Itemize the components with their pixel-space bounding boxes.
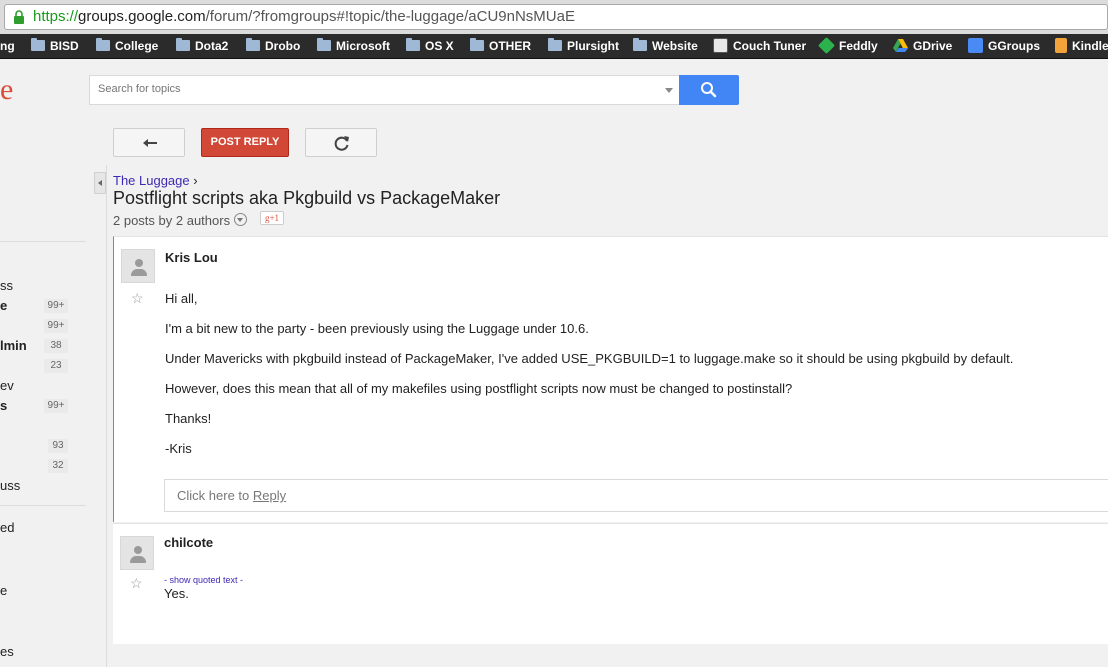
lock-icon xyxy=(14,10,24,24)
couch-tuner-icon xyxy=(713,38,728,53)
avatar[interactable] xyxy=(120,536,154,570)
post: ☆ chilcote - show quoted text - Yes. xyxy=(113,523,1108,644)
ggroups-icon xyxy=(968,38,983,53)
nav-item[interactable]: e xyxy=(0,583,7,598)
refresh-button[interactable] xyxy=(305,128,377,157)
kindle-icon xyxy=(1055,38,1067,53)
bookmark-folder-bisd[interactable]: BISD xyxy=(31,38,79,55)
bookmarks-bar: ng BISD College Dota2 Drobo Microsoft OS… xyxy=(0,34,1108,59)
chevron-down-icon[interactable] xyxy=(234,213,247,226)
post-body-line: I'm a bit new to the party - been previo… xyxy=(165,321,589,336)
breadcrumb: The Luggage › xyxy=(113,173,198,188)
search-icon xyxy=(701,82,717,98)
post-body-line: Thanks! xyxy=(165,411,212,426)
folder-icon xyxy=(176,38,190,51)
post-body-line: However, does this mean that all of my m… xyxy=(165,381,793,396)
bookmark-feedly[interactable]: Feddly xyxy=(818,37,878,55)
post-body-line: -Kris xyxy=(165,441,192,456)
plusone-button[interactable]: g+1 xyxy=(260,211,284,225)
breadcrumb-separator: › xyxy=(193,173,198,188)
feedly-icon xyxy=(818,37,835,54)
nav-item[interactable]: ed xyxy=(0,520,14,535)
nav-item[interactable]: e xyxy=(0,298,7,313)
unread-count-badge: 38 xyxy=(44,339,68,353)
nav-item[interactable]: uss xyxy=(0,478,20,493)
post: ☆ Kris Lou Hi all, I'm a bit new to the … xyxy=(113,236,1108,522)
browser-address-bar-area: https://groups.google.com/forum/?fromgro… xyxy=(0,0,1108,34)
topic-meta: 2 posts by 2 authors xyxy=(113,213,231,228)
post-author[interactable]: chilcote xyxy=(164,535,213,550)
unread-count-badge: 99+ xyxy=(44,299,68,313)
topic-title: Postflight scripts aka Pkgbuild vs Packa… xyxy=(113,188,501,208)
nav-item[interactable]: ev xyxy=(0,378,14,393)
post-body-line: Yes. xyxy=(164,586,189,601)
bookmark-partial[interactable]: ng xyxy=(0,38,15,55)
avatar[interactable] xyxy=(121,249,155,283)
nav-item[interactable]: s xyxy=(0,398,7,413)
search-input[interactable] xyxy=(98,83,658,95)
search-button[interactable] xyxy=(679,75,739,105)
bookmark-folder-college[interactable]: College xyxy=(96,38,158,55)
bookmark-folder-website[interactable]: Website xyxy=(633,38,698,55)
folder-icon xyxy=(633,38,647,51)
show-quoted-text-link[interactable]: - show quoted text - xyxy=(164,575,243,585)
unread-count-badge: 99+ xyxy=(44,399,68,413)
left-navigation: ss e 99+ 99+ lmin 38 23 ev s 99+ 93 32 u… xyxy=(0,165,92,667)
post-reply-button[interactable]: POST REPLY xyxy=(201,128,289,157)
post-body-line: Under Mavericks with pkgbuild instead of… xyxy=(165,351,1014,366)
gdrive-icon xyxy=(893,39,908,52)
sidebar-divider xyxy=(106,165,107,667)
folder-icon xyxy=(548,38,562,51)
folder-icon xyxy=(96,38,110,51)
folder-icon xyxy=(31,38,45,51)
reply-box[interactable]: Click here to Reply xyxy=(164,479,1108,512)
app-header: e xyxy=(0,60,1108,118)
star-icon[interactable]: ☆ xyxy=(131,290,144,307)
folder-icon xyxy=(317,38,331,51)
bookmark-folder-drobo[interactable]: Drobo xyxy=(246,38,300,55)
unread-count-badge: 93 xyxy=(48,439,68,453)
unread-count-badge: 99+ xyxy=(44,319,68,333)
post-author[interactable]: Kris Lou xyxy=(165,250,218,265)
bookmark-couch-tuner[interactable]: Couch Tuner xyxy=(713,38,806,55)
url-text: https://groups.google.com/forum/?fromgro… xyxy=(33,8,575,25)
refresh-icon xyxy=(334,136,349,151)
collapse-sidebar-icon[interactable] xyxy=(94,172,106,194)
bookmark-gdrive[interactable]: GDrive xyxy=(893,38,952,55)
bookmark-folder-dota2[interactable]: Dota2 xyxy=(176,38,228,55)
nav-item[interactable]: lmin xyxy=(0,338,27,353)
group-link[interactable]: The Luggage xyxy=(113,173,190,188)
search-options-caret-icon[interactable] xyxy=(665,88,673,93)
bookmark-ggroups[interactable]: GGroups xyxy=(968,38,1040,55)
unread-count-badge: 32 xyxy=(48,459,68,473)
post-body-line: Hi all, xyxy=(165,291,198,306)
logo-fragment[interactable]: e xyxy=(0,73,13,107)
nav-divider xyxy=(0,241,86,242)
bookmark-folder-other[interactable]: OTHER xyxy=(470,38,531,55)
back-arrow-icon xyxy=(143,139,157,147)
folder-icon xyxy=(406,38,420,51)
unread-count-badge: 23 xyxy=(44,359,68,373)
bookmark-folder-microsoft[interactable]: Microsoft xyxy=(317,38,390,55)
nav-item[interactable]: ss xyxy=(0,278,13,293)
bookmark-folder-plursight[interactable]: Plursight xyxy=(548,38,619,55)
star-icon[interactable]: ☆ xyxy=(130,575,143,592)
reply-link[interactable]: Reply xyxy=(253,488,286,503)
folder-icon xyxy=(246,38,260,51)
reply-prompt: Click here to Reply xyxy=(177,488,287,503)
nav-divider xyxy=(0,505,86,506)
folder-icon xyxy=(470,38,484,51)
url-input[interactable]: https://groups.google.com/forum/?fromgro… xyxy=(4,4,1108,30)
bookmark-kindle[interactable]: Kindle xyxy=(1055,38,1108,55)
search-box[interactable] xyxy=(89,75,679,105)
bookmark-folder-osx[interactable]: OS X xyxy=(406,38,454,55)
nav-item[interactable]: es xyxy=(0,644,14,659)
back-button[interactable] xyxy=(113,128,185,157)
